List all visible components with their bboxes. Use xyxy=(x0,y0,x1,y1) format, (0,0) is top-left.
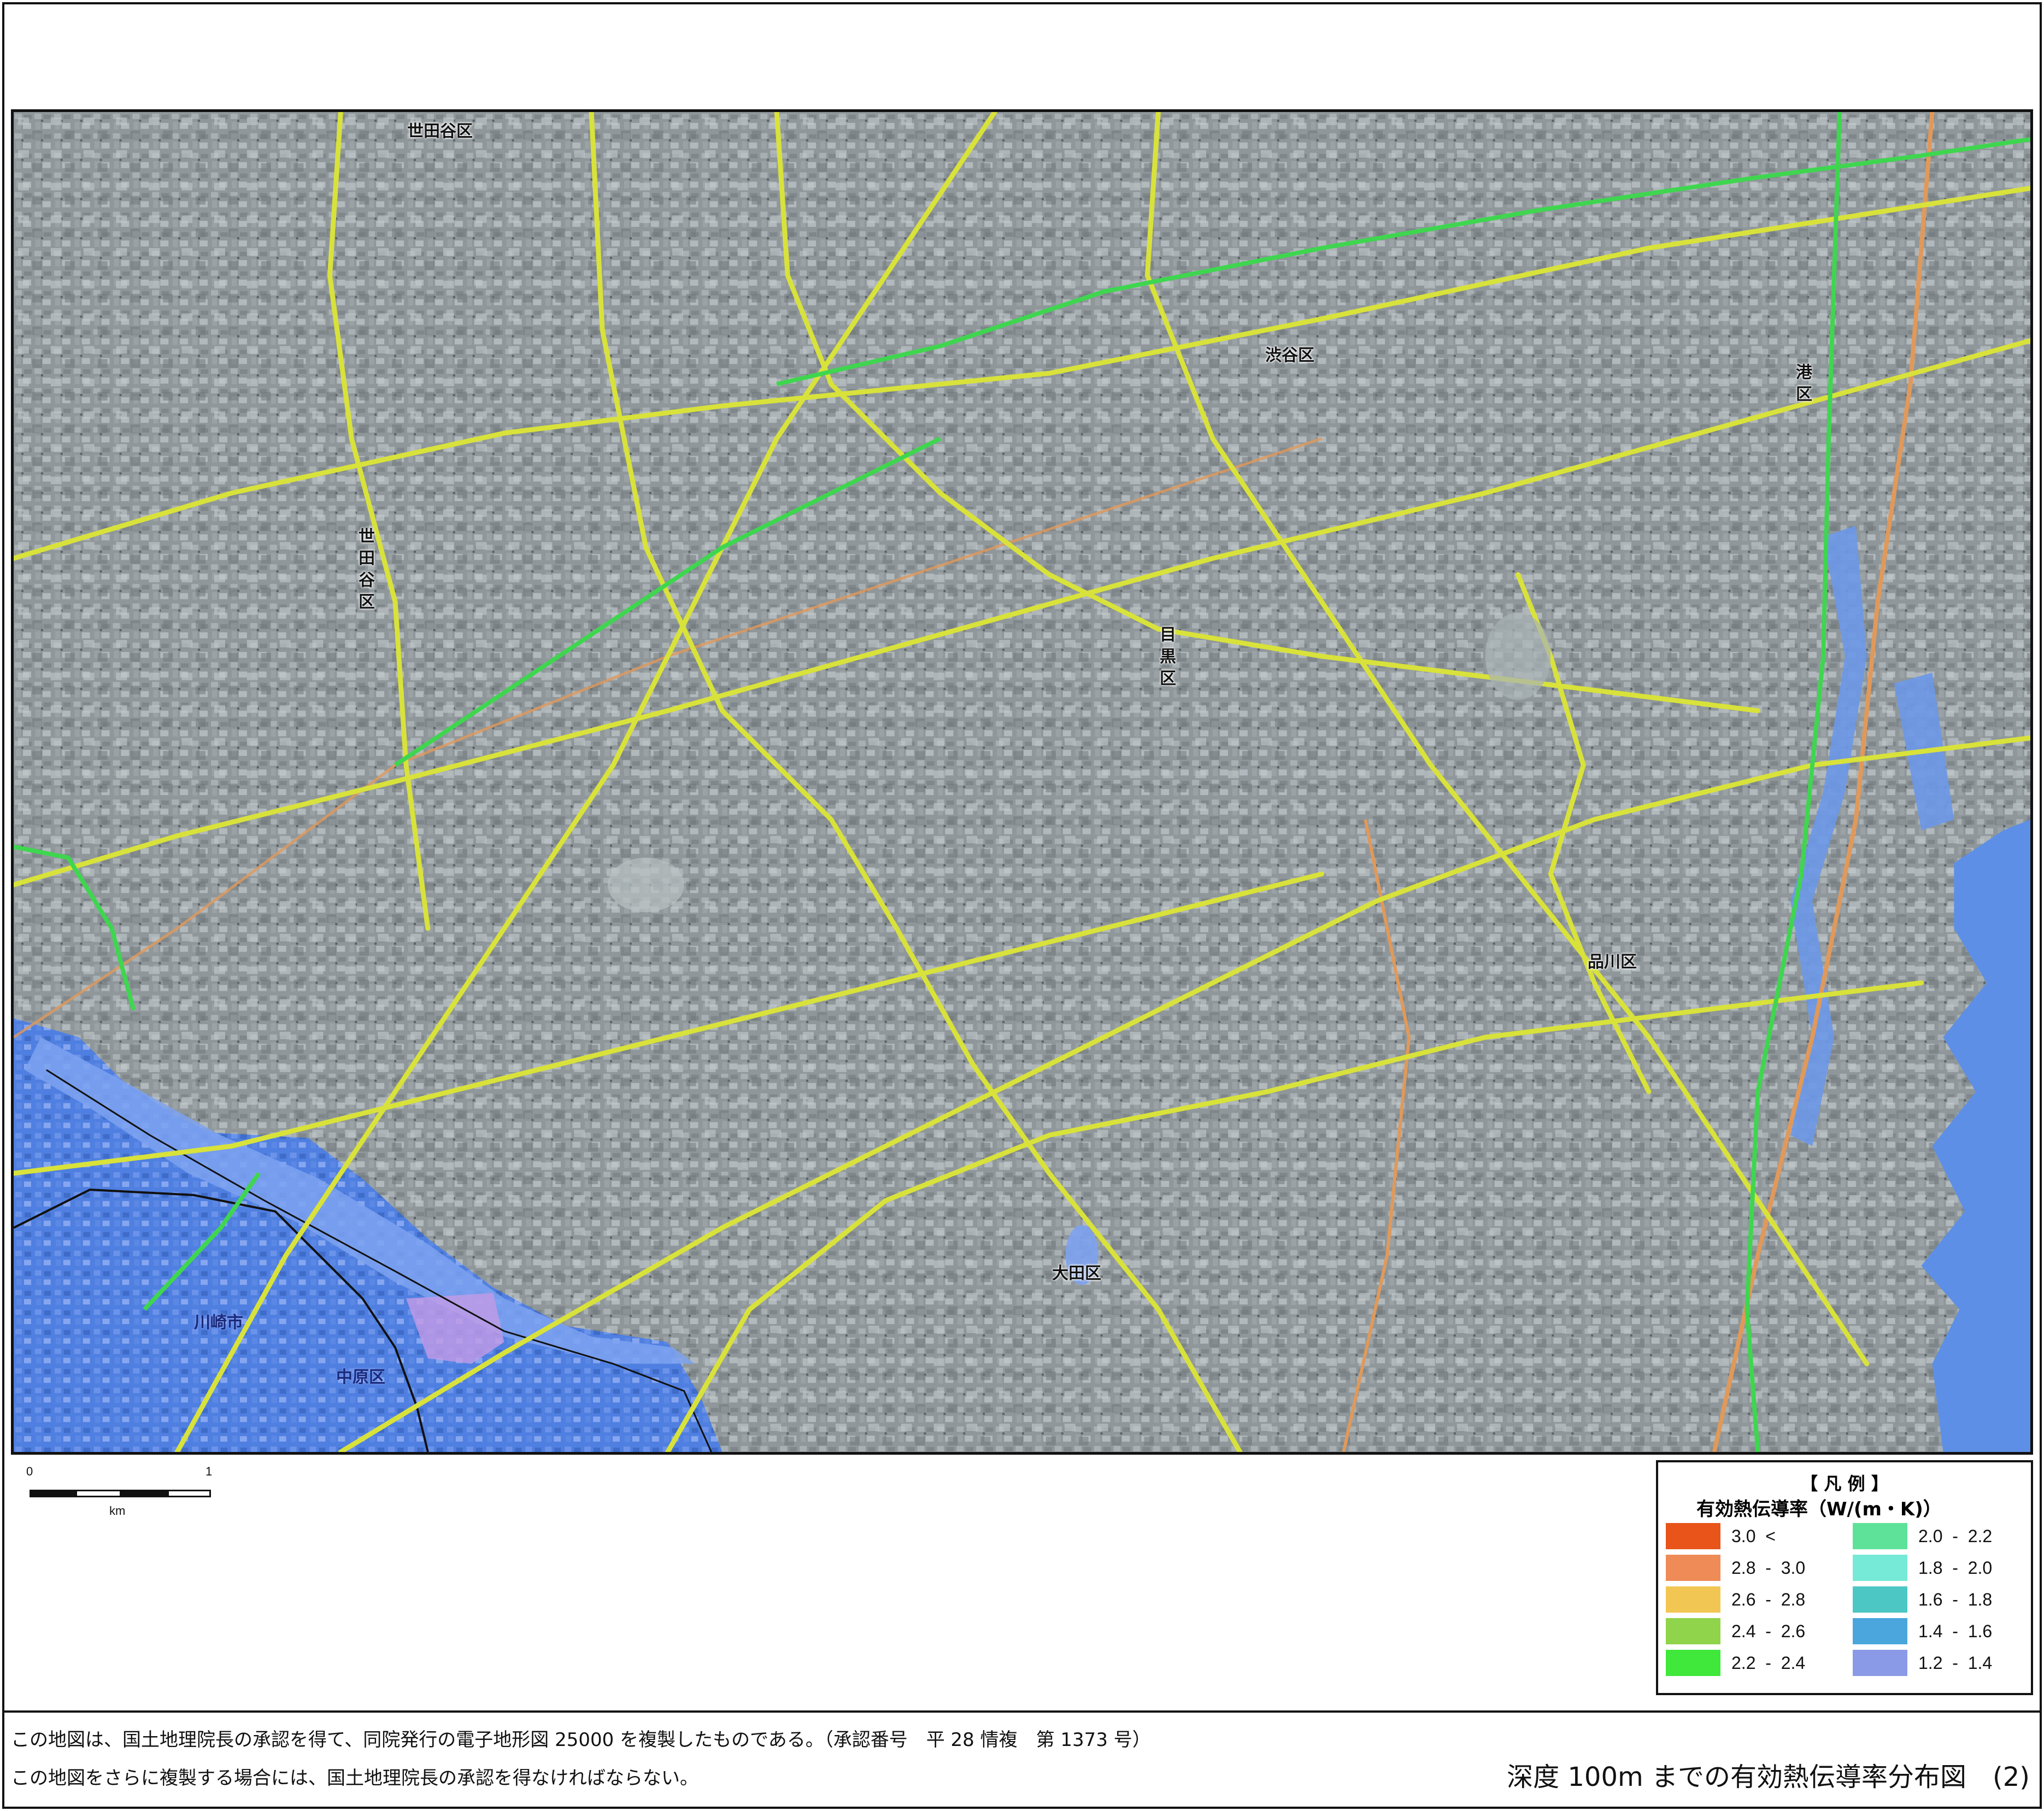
legend-label: 2.6 - 2.8 xyxy=(1731,1589,1806,1609)
scale-segment-4 xyxy=(167,1490,211,1497)
legend-title: 【 凡 例 】 xyxy=(1800,1473,1889,1494)
legend-swatch xyxy=(1853,1555,1907,1581)
scale-bar: 0 1 km xyxy=(22,1465,230,1525)
copyright-note-1: この地図は、国土地理院長の承認を得て、同院発行の電子地形図 25000 を複製し… xyxy=(11,1729,1151,1751)
legend-item: 3.0 < xyxy=(1666,1520,1805,1552)
copyright-note-2: この地図をさらに複製する場合には、国土地理院長の承認を得なければならない。 xyxy=(11,1767,698,1789)
scale-segment-1 xyxy=(30,1490,75,1497)
legend-label: 2.4 - 2.6 xyxy=(1731,1621,1806,1641)
legend-item: 2.4 - 2.6 xyxy=(1666,1615,1805,1647)
label-shinagawa: 品川区 xyxy=(1588,952,1637,972)
legend-swatch xyxy=(1853,1650,1907,1676)
scale-segment-3 xyxy=(121,1490,167,1497)
legend-swatch xyxy=(1666,1523,1720,1549)
legend-swatch xyxy=(1853,1586,1907,1613)
legend-item: 2.6 - 2.8 xyxy=(1666,1584,1805,1615)
label-ota: 大田区 xyxy=(1052,1264,1101,1283)
map-title: 深度 100m までの有効熱伝導率分布図 (2) xyxy=(1507,1762,2030,1792)
scale-segment-2 xyxy=(75,1490,121,1497)
legend-label: 3.0 < xyxy=(1731,1526,1776,1546)
legend-label: 1.4 - 1.6 xyxy=(1918,1621,1993,1641)
map-frame[interactable]: 世田谷区 世田谷区 渋谷区 港区 目黒区 品川区 大田区 川崎市 中原区 xyxy=(11,109,2033,1455)
legend-box: 【 凡 例 】 有効熱伝導率（W/(m・K)） 3.0 < 2.8 - 3.0 … xyxy=(1656,1460,2033,1695)
legend-item: 1.6 - 1.8 xyxy=(1853,1584,1992,1615)
label-shibuya: 渋谷区 xyxy=(1265,346,1314,365)
park-2 xyxy=(1485,613,1551,700)
label-meguro: 目黒区 xyxy=(1156,626,1176,691)
legend-item: 1.2 - 1.4 xyxy=(1853,1647,1992,1679)
label-setagaya-top: 世田谷区 xyxy=(407,122,473,141)
legend-label: 2.8 - 3.0 xyxy=(1731,1557,1806,1578)
label-nakahara: 中原区 xyxy=(336,1368,385,1387)
label-kawasaki: 川崎市 xyxy=(194,1313,243,1332)
legend-item: 2.0 - 2.2 xyxy=(1853,1520,1992,1552)
scale-zero-label: 0 xyxy=(26,1465,33,1478)
label-minato: 港区 xyxy=(1793,363,1812,407)
legend-swatch xyxy=(1853,1618,1907,1644)
legend-item: 1.4 - 1.6 xyxy=(1853,1615,1992,1647)
legend-label: 1.2 - 1.4 xyxy=(1918,1653,1993,1673)
map-canvas[interactable] xyxy=(14,112,2030,1452)
legend-column-right: 2.0 - 2.2 1.8 - 2.0 1.6 - 1.8 1.4 - 1.6 … xyxy=(1853,1520,1992,1679)
legend-subtitle: 有効熱伝導率（W/(m・K)） xyxy=(1696,1498,1942,1520)
legend-item: 2.2 - 2.4 xyxy=(1666,1647,1805,1679)
legend-label: 1.6 - 1.8 xyxy=(1918,1589,1993,1609)
footer-divider xyxy=(2,1710,2042,1713)
scale-unit-label: km xyxy=(109,1504,126,1518)
legend-column-left: 3.0 < 2.8 - 3.0 2.6 - 2.8 2.4 - 2.6 2.2 … xyxy=(1666,1520,1805,1679)
scale-one-label: 1 xyxy=(205,1465,213,1478)
park-1 xyxy=(608,857,684,913)
legend-swatch xyxy=(1666,1650,1720,1676)
legend-swatch xyxy=(1666,1618,1720,1644)
legend-label: 2.2 - 2.4 xyxy=(1731,1653,1806,1673)
legend-swatch xyxy=(1666,1555,1720,1581)
legend-label: 1.8 - 2.0 xyxy=(1918,1557,1993,1578)
legend-swatch xyxy=(1853,1523,1907,1549)
legend-swatch xyxy=(1666,1586,1720,1613)
legend-label: 2.0 - 2.2 xyxy=(1918,1526,1993,1546)
legend-item: 2.8 - 3.0 xyxy=(1666,1552,1805,1584)
legend-item: 1.8 - 2.0 xyxy=(1853,1552,1992,1584)
label-setagaya-vertical: 世田谷区 xyxy=(355,527,374,615)
